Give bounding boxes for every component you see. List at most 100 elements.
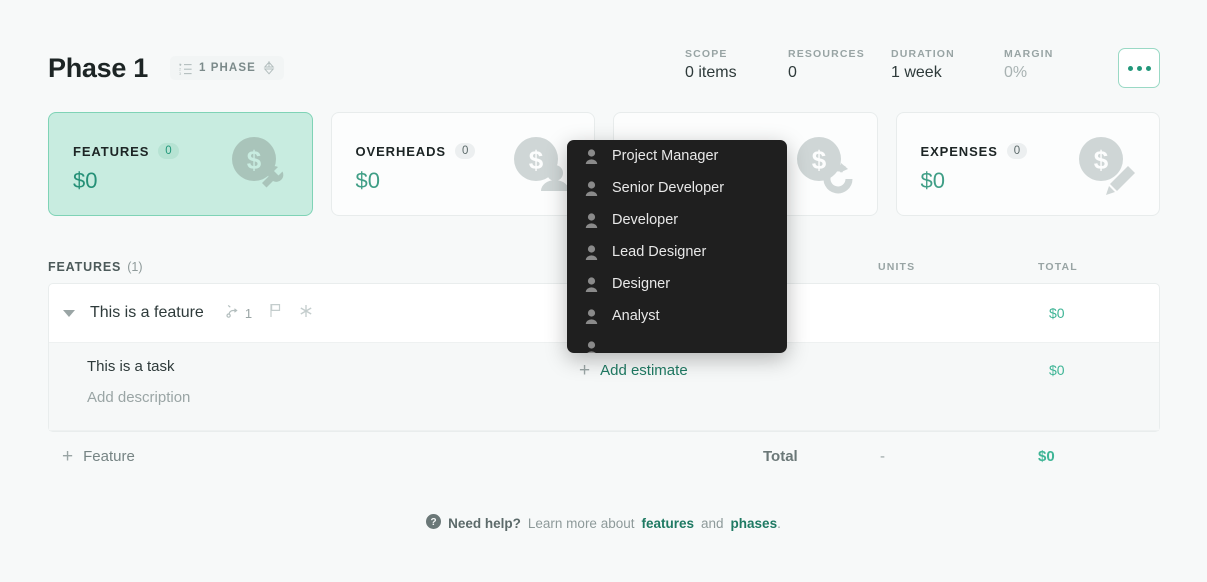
card-features[interactable]: FEATURES 0 $0 $: [48, 112, 313, 216]
help-icon: ?: [426, 514, 442, 532]
svg-text:$: $: [1094, 145, 1109, 175]
menu-item-label: Senior Developer: [612, 180, 725, 196]
list-icon: 1 2 3: [179, 62, 192, 75]
table-section-label: FEATURES: [48, 260, 122, 274]
feature-meta-icons: 1: [226, 303, 313, 323]
card-features-title: FEATURES: [73, 143, 150, 159]
dependency-count: 1: [244, 305, 253, 321]
card-features-count: 0: [158, 143, 179, 159]
menu-item-label: Analyst: [612, 308, 660, 324]
menu-item-label: Designer: [612, 276, 671, 292]
card-expenses-header: EXPENSES 0: [921, 143, 1028, 159]
stat-resources-label: RESOURCES: [788, 48, 865, 60]
card-overheads-header: OVERHEADS 0: [356, 143, 476, 159]
table-footer: + Feature Total - $0: [48, 432, 1160, 480]
svg-text:3: 3: [179, 71, 182, 75]
svg-text:$: $: [811, 145, 826, 175]
stats-group: SCOPE 0 items RESOURCES 0 DURATION 1 wee…: [685, 48, 1160, 88]
ellipsis-icon: [1136, 65, 1142, 71]
total-amount: $0: [1038, 447, 1055, 465]
page-header: Phase 1 1 2 3 1 PHASE SCOPE 0 items RESO…: [48, 44, 1160, 92]
menu-item-project-manager[interactable]: Project Manager: [567, 140, 787, 172]
card-overheads[interactable]: OVERHEADS 0 $0 $: [330, 112, 595, 216]
total-label: Total: [763, 447, 798, 465]
user-icon: [585, 340, 598, 353]
more-options-button[interactable]: [1118, 48, 1160, 88]
stat-resources: RESOURCES 0: [788, 48, 891, 82]
menu-item-senior-developer[interactable]: Senior Developer: [567, 172, 787, 204]
card-features-amount: $0: [73, 168, 98, 193]
stat-duration-label: DURATION: [891, 48, 955, 60]
card-expenses[interactable]: EXPENSES 0 $0 $: [895, 112, 1160, 216]
help-link-features[interactable]: features: [641, 516, 694, 531]
ellipsis-icon: [1145, 65, 1151, 71]
dependency-icon: [226, 304, 240, 323]
help-link-phases[interactable]: phases: [731, 516, 778, 531]
plus-icon: +: [579, 360, 591, 381]
phase-selector[interactable]: 1 2 3 1 PHASE: [169, 56, 284, 80]
svg-text:$: $: [246, 145, 261, 175]
user-icon: [585, 308, 598, 324]
menu-item-label: Developer: [612, 212, 679, 228]
svg-text:?: ?: [431, 517, 437, 528]
ellipsis-icon: [1127, 65, 1133, 71]
add-estimate-label: Add estimate: [600, 362, 688, 379]
menu-item-label: Project Manager: [612, 148, 719, 164]
menu-item-lead-designer[interactable]: Lead Designer: [567, 236, 787, 268]
column-header-units: UNITS: [878, 261, 916, 273]
menu-item-developer[interactable]: Developer: [567, 204, 787, 236]
menu-item-label: Lead Designer: [612, 244, 707, 260]
dependency-indicator[interactable]: 1: [226, 304, 252, 323]
card-expenses-amount: $0: [920, 168, 945, 193]
card-overheads-title: OVERHEADS: [355, 143, 446, 159]
add-estimate-button[interactable]: + Add estimate: [579, 361, 688, 380]
help-footer: ? Need help? Learn more about features a…: [0, 514, 1207, 532]
user-icon: [585, 212, 598, 228]
table-section-count: (1): [127, 260, 143, 274]
stat-duration-value: 1 week: [891, 64, 942, 81]
table-row[interactable]: This is a task Add description + Add est…: [49, 343, 1159, 431]
help-prefix: Need help?: [448, 515, 521, 531]
card-expenses-title: EXPENSES: [920, 143, 998, 159]
feature-total: $0: [1049, 305, 1065, 321]
add-feature-label: Feature: [83, 447, 135, 465]
menu-item-analyst[interactable]: Analyst: [567, 300, 787, 332]
stat-margin-value: 0%: [1004, 64, 1028, 81]
total-units-value: -: [880, 447, 885, 465]
stat-margin-label: MARGIN: [1004, 48, 1054, 60]
user-icon: [585, 276, 598, 292]
task-name[interactable]: This is a task: [87, 358, 175, 375]
stat-scope: SCOPE 0 items: [685, 48, 788, 82]
card-features-header: FEATURES 0: [73, 143, 179, 159]
feature-name[interactable]: This is a feature: [90, 304, 204, 322]
menu-item-partial[interactable]: [567, 332, 787, 353]
card-expenses-count: 0: [1006, 143, 1028, 159]
flag-icon[interactable]: [269, 303, 282, 323]
page-title: Phase 1: [48, 52, 148, 83]
user-icon: [585, 180, 598, 196]
svg-text:$: $: [529, 145, 544, 175]
help-text: Learn more about: [527, 515, 635, 531]
card-overheads-amount: $0: [355, 168, 380, 193]
asterisk-icon[interactable]: [299, 304, 313, 323]
sort-chevron-icon[interactable]: [263, 61, 275, 75]
plus-icon: +: [62, 445, 74, 467]
menu-item-designer[interactable]: Designer: [567, 268, 787, 300]
role-dropdown-menu[interactable]: Project Manager Senior Developer Develop…: [567, 140, 787, 353]
task-description-placeholder[interactable]: Add description: [87, 389, 190, 406]
phase-detail-page: Phase 1 1 2 3 1 PHASE SCOPE 0 items RESO…: [0, 0, 1207, 582]
user-icon: [585, 244, 598, 260]
help-suffix: .: [777, 515, 781, 531]
column-header-total: TOTAL: [1038, 261, 1078, 273]
card-overheads-count: 0: [454, 143, 476, 159]
stat-scope-label: SCOPE: [685, 48, 728, 60]
stat-duration: DURATION 1 week: [891, 48, 1004, 82]
stat-resources-value: 0: [788, 64, 797, 81]
collapse-caret-icon[interactable]: [63, 309, 75, 317]
task-total: $0: [1049, 362, 1065, 378]
stat-scope-value: 0 items: [685, 64, 737, 81]
add-feature-button[interactable]: + Feature: [62, 447, 135, 466]
user-icon: [585, 148, 598, 164]
phase-count-label: 1 PHASE: [198, 62, 256, 74]
stat-margin: MARGIN 0%: [1004, 48, 1094, 82]
